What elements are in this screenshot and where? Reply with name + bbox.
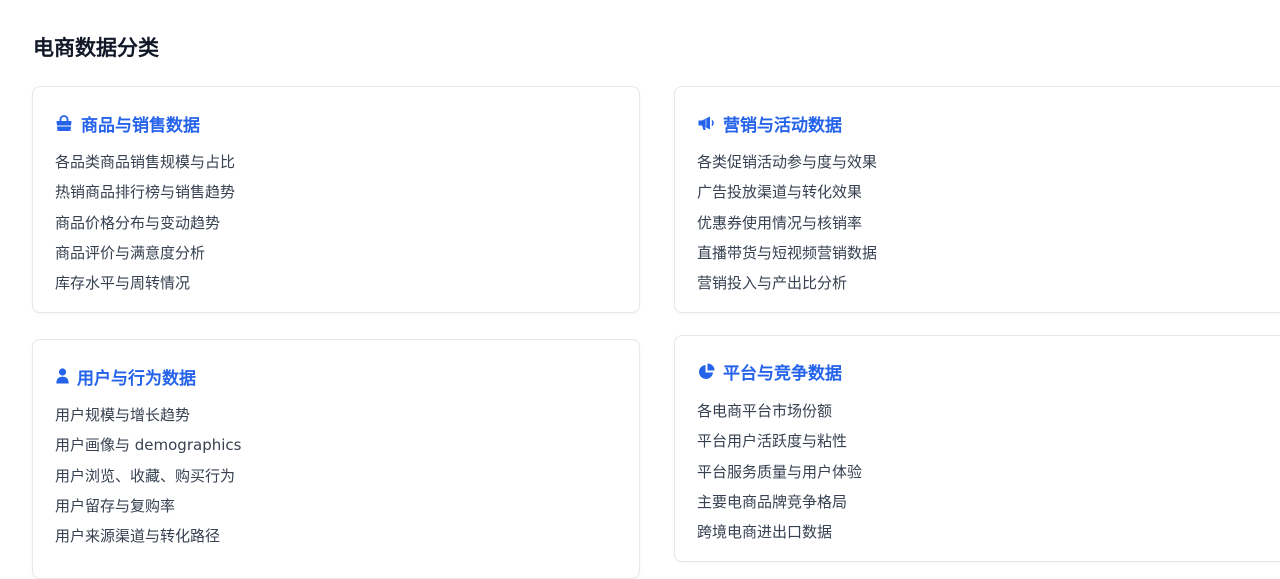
list-item: 直播带货与短视频营销数据 xyxy=(697,243,878,262)
card-title: 商品与销售数据 xyxy=(81,115,200,136)
card-item-list: 各电商平台市场份额 平台用户活跃度与粘性 平台服务质量与用户体验 主要电商品牌竞… xyxy=(697,396,862,547)
page-title: 电商数据分类 xyxy=(33,36,159,60)
list-item: 平台服务质量与用户体验 xyxy=(697,462,863,481)
card-title: 营销与活动数据 xyxy=(723,115,842,136)
card-header: 营销与活动数据 xyxy=(697,111,842,136)
list-item: 各电商平台市场份额 xyxy=(697,402,833,420)
card-title: 平台与竞争数据 xyxy=(723,363,842,384)
list-item: 商品价格分布与变动趋势 xyxy=(55,213,221,232)
card-title: 用户与行为数据 xyxy=(77,368,196,389)
list-item: 广告投放渠道与转化效果 xyxy=(697,183,863,202)
card-header: 用户与行为数据 xyxy=(55,364,196,389)
card-item-list: 各类促销活动参与度与效果 广告投放渠道与转化效果 优惠券使用情况与核销率 直播带… xyxy=(697,147,877,298)
shopping-bag-icon xyxy=(55,114,73,132)
card-item-list: 各品类商品销售规模与占比 热销商品排行榜与销售趋势 商品价格分布与变动趋势 商品… xyxy=(55,147,235,298)
list-item: 各类促销活动参与度与效果 xyxy=(697,153,878,171)
list-item: 用户画像与 demographics xyxy=(55,436,242,455)
list-item: 用户浏览、收藏、购买行为 xyxy=(55,466,236,485)
list-item: 商品评价与满意度分析 xyxy=(55,243,206,262)
list-item: 用户来源渠道与转化路径 xyxy=(55,527,221,546)
bullhorn-icon xyxy=(697,114,715,132)
card-item-list: 用户规模与增长趋势 用户画像与 demographics 用户浏览、收藏、购买行… xyxy=(55,400,241,551)
pie-chart-icon xyxy=(697,362,715,380)
list-item: 用户留存与复购率 xyxy=(55,496,176,515)
list-item: 平台用户活跃度与粘性 xyxy=(697,432,848,451)
list-item: 跨境电商进出口数据 xyxy=(697,523,833,542)
card-header: 商品与销售数据 xyxy=(55,111,200,136)
list-item: 用户规模与增长趋势 xyxy=(55,406,191,424)
category-card-user-behavior: 用户与行为数据 用户规模与增长趋势 用户画像与 demographics 用户浏… xyxy=(32,339,640,579)
list-item: 库存水平与周转情况 xyxy=(55,274,191,293)
category-card-marketing: 营销与活动数据 各类促销活动参与度与效果 广告投放渠道与转化效果 优惠券使用情况… xyxy=(674,86,1280,313)
list-item: 营销投入与产出比分析 xyxy=(697,274,848,293)
user-icon xyxy=(55,367,69,385)
list-item: 主要电商品牌竞争格局 xyxy=(697,492,848,511)
category-card-platform-competition: 平台与竞争数据 各电商平台市场份额 平台用户活跃度与粘性 平台服务质量与用户体验… xyxy=(674,335,1280,562)
list-item: 热销商品排行榜与销售趋势 xyxy=(55,183,236,202)
list-item: 优惠券使用情况与核销率 xyxy=(697,213,863,232)
list-item: 各品类商品销售规模与占比 xyxy=(55,153,236,171)
card-header: 平台与竞争数据 xyxy=(697,359,842,384)
category-card-product-sales: 商品与销售数据 各品类商品销售规模与占比 热销商品排行榜与销售趋势 商品价格分布… xyxy=(32,86,640,313)
